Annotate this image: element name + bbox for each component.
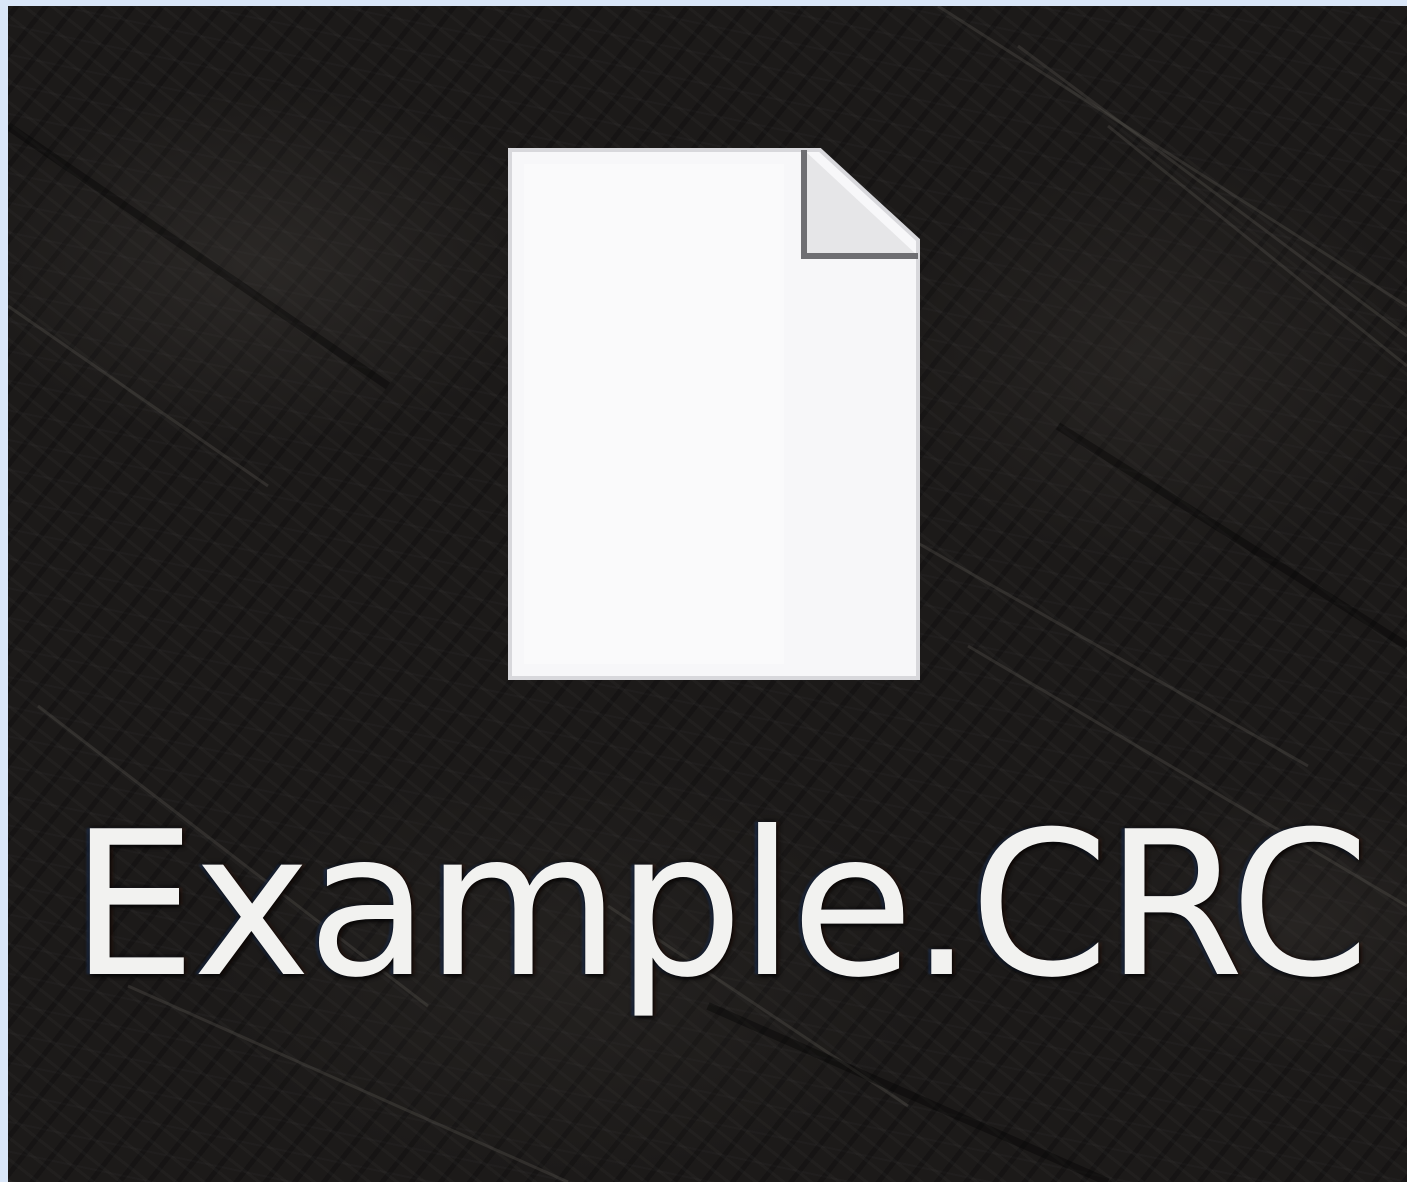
desktop-background[interactable]: Example.CRC [8, 6, 1407, 1182]
desktop-file-icon[interactable]: Example.CRC [48, 136, 1388, 1036]
blank-document-icon [508, 148, 920, 680]
file-name-label: Example.CRC [70, 789, 1370, 1022]
